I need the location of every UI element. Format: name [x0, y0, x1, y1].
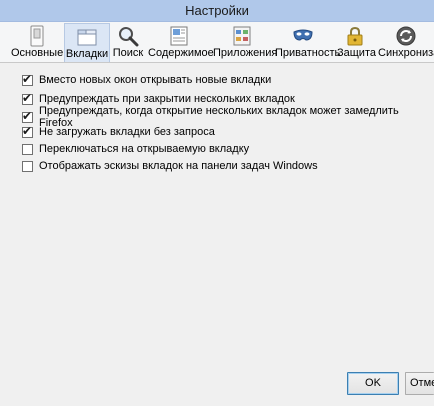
checkbox[interactable]: ✔ [22, 123, 33, 138]
option-label: Предупреждать при закрытии нескольких вк… [39, 93, 295, 105]
option-dont-load-tabs-until-selected[interactable]: ✔ Не загружать вкладки без запроса [22, 123, 215, 139]
pane-applications-label: Приложения [213, 47, 278, 59]
checkmark-icon: ✔ [22, 108, 33, 123]
tabs-pane-content: ✔ Вместо новых окон открывать новые вкла… [0, 63, 434, 406]
pane-privacy-label: Приватность [275, 47, 341, 59]
pane-search-label: Поиск [112, 47, 144, 59]
option-label: Вместо новых окон открывать новые вкладк… [39, 74, 272, 86]
content-icon [170, 26, 188, 46]
checkmark-icon: ✔ [22, 90, 33, 105]
window-title: Настройки [185, 3, 249, 18]
pane-sync-label: Синхронизац [378, 47, 434, 59]
option-label: Не загружать вкладки без запроса [39, 126, 215, 138]
cancel-button[interactable]: Отме [405, 372, 434, 395]
pane-security[interactable]: Защита [337, 23, 376, 62]
pane-tabs[interactable]: Вкладки [64, 23, 110, 62]
option-switch-to-new-tab[interactable]: Переключаться на открываемую вкладку [22, 142, 249, 156]
option-label: Отображать эскизы вкладок на панели зада… [39, 160, 318, 172]
pane-applications[interactable]: Приложения [213, 23, 278, 62]
applications-icon [233, 26, 251, 46]
option-label: Переключаться на открываемую вкладку [39, 143, 250, 155]
checkbox[interactable] [22, 143, 33, 155]
pane-security-label: Защита [337, 47, 376, 59]
general-switch-icon [30, 25, 44, 47]
pane-tabs-label: Вкладки [65, 48, 109, 60]
checkbox[interactable]: ✔ [22, 90, 33, 105]
padlock-icon [347, 26, 363, 46]
tabs-icon [77, 29, 97, 46]
option-warn-close-multiple-tabs[interactable]: ✔ Предупреждать при закрытии нескольких … [22, 90, 295, 106]
pane-general-label: Основные [11, 47, 64, 59]
option-warn-open-many-tabs[interactable]: ✔ Предупреждать, когда открытие нескольк… [22, 105, 434, 129]
pane-search[interactable]: Поиск [111, 23, 145, 62]
title-bar: Настройки [0, 0, 434, 22]
checkbox[interactable] [22, 160, 33, 172]
preferences-toolbar: Основные Вкладки Поиск Содержимое Прилож… [0, 22, 434, 63]
pane-general[interactable]: Основные [11, 23, 63, 62]
ok-button[interactable]: OK [347, 372, 399, 395]
pane-sync[interactable]: Синхронизац [378, 23, 434, 62]
checkbox[interactable]: ✔ [22, 71, 33, 86]
pane-content[interactable]: Содержимое [148, 23, 214, 62]
sync-icon [396, 26, 416, 46]
pane-privacy[interactable]: Приватность [275, 23, 341, 62]
option-show-tab-previews-taskbar[interactable]: Отображать эскизы вкладок на панели зада… [22, 159, 318, 173]
checkbox[interactable]: ✔ [22, 108, 33, 123]
option-open-new-windows-in-tabs[interactable]: ✔ Вместо новых окон открывать новые вкла… [22, 71, 272, 87]
pane-content-label: Содержимое [148, 47, 214, 59]
magnifier-icon [119, 27, 139, 47]
checkmark-icon: ✔ [22, 123, 33, 138]
privacy-mask-icon [293, 29, 313, 41]
checkmark-icon: ✔ [22, 71, 33, 86]
